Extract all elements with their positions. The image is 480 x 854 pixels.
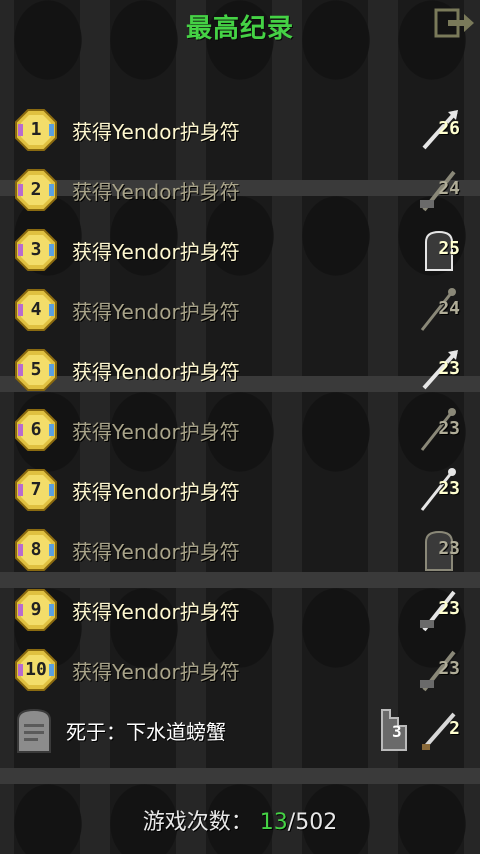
death-description: 死于：下水道螃蟹 [66,720,226,744]
record-level: 25 [438,238,460,259]
record-level: 23 [438,598,460,619]
record-rank: 8 [30,539,42,560]
record-description: 获得Yendor护身符 [72,360,240,384]
record-description: 获得Yendor护身符 [72,540,240,564]
record-rank: 5 [30,359,42,380]
record-description: 获得Yendor护身符 [72,120,240,144]
record-level: 23 [438,418,460,439]
games-played: 游戏次数： 13/502 [0,804,480,836]
tombstone-icon [17,708,51,753]
record-level: 24 [438,178,460,199]
record-row[interactable]: 5 获得Yendor护身符 23 [0,340,480,400]
record-description: 获得Yendor护身符 [72,180,240,204]
record-rank: 3 [30,239,42,260]
games-won-count: 13 [259,810,288,835]
record-level: 23 [438,478,460,499]
record-row[interactable]: 9 获得Yendor护身符 23 [0,580,480,640]
record-level: 23 [438,358,460,379]
record-row[interactable]: 4 获得Yendor护身符 24 [0,280,480,340]
record-row[interactable]: 2 获得Yendor护身符 24 [0,160,480,220]
record-row[interactable]: 3 获得Yendor护身符 25 [0,220,480,280]
record-rank: 4 [30,299,42,320]
records-list: 1 获得Yendor护身符 26 2 获得Yendor护身符 24 3 获得Yendor护身符… [0,100,480,700]
record-rank: 6 [30,419,42,440]
games-total-count: /502 [287,810,338,835]
record-description: 获得Yendor护身符 [72,300,240,324]
record-description: 获得Yendor护身符 [72,660,240,684]
record-row[interactable]: 7 获得Yendor护身符 23 [0,460,480,520]
record-level: 26 [438,118,460,139]
record-description: 获得Yendor护身符 [72,420,240,444]
record-description: 获得Yendor护身符 [72,480,240,504]
record-row[interactable]: 1 获得Yendor护身符 26 [0,100,480,160]
games-played-label: 游戏次数： [142,810,253,835]
exit-icon [434,8,474,38]
record-level: 23 [438,538,460,559]
record-description: 获得Yendor护身符 [72,240,240,264]
page-title: 最高纪录 [185,14,294,44]
record-rank: 9 [30,599,42,620]
latest-game-row[interactable]: 死于：下水道螃蟹 3 2 [0,700,480,760]
record-description: 获得Yendor护身符 [72,600,240,624]
death-level: 2 [449,718,460,739]
record-row[interactable]: 8 获得Yendor护身符 23 [0,520,480,580]
exit-button[interactable] [434,6,474,42]
record-rank: 7 [30,479,42,500]
record-row[interactable]: 10 获得Yendor护身符 23 [0,640,480,700]
record-rank: 2 [30,179,42,200]
record-rank: 10 [25,659,47,680]
record-level: 23 [438,658,460,679]
record-row[interactable]: 6 获得Yendor护身符 23 [0,400,480,460]
record-level: 24 [438,298,460,319]
record-rank: 1 [30,119,42,140]
death-depth: 3 [392,722,402,741]
